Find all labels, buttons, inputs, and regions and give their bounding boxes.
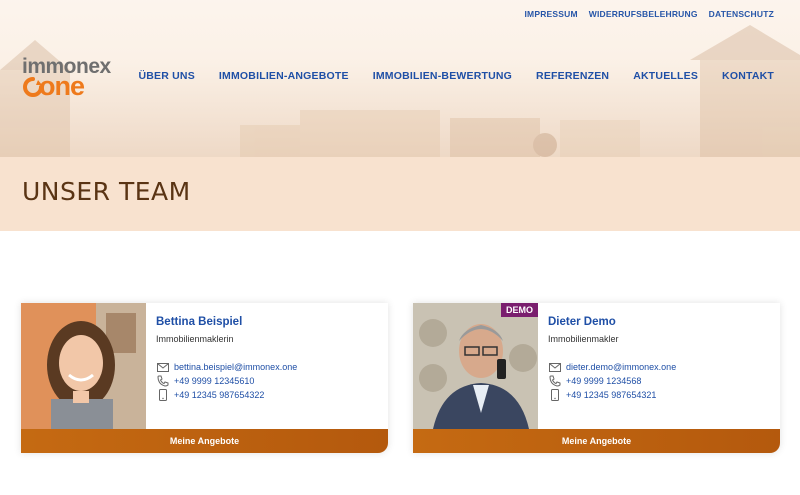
nav-kontakt[interactable]: KONTAKT	[722, 70, 774, 82]
site-logo[interactable]: immonex one	[22, 56, 132, 100]
mobile-icon	[156, 389, 169, 401]
nav-aktuelles[interactable]: AKTUELLES	[633, 70, 698, 82]
phone-icon	[156, 375, 169, 387]
nav-ueber-uns[interactable]: ÜBER UNS	[138, 70, 194, 82]
top-navigation: IMPRESSUM WIDERRUFSBELEHRUNG DATENSCHUTZ	[524, 9, 774, 19]
my-offers-button[interactable]: Meine Angebote	[413, 429, 780, 453]
nav-immobilien-bewertung[interactable]: IMMOBILIEN-BEWERTUNG	[373, 70, 512, 82]
team-member-name[interactable]: Bettina Beispiel	[156, 316, 242, 328]
mail-icon	[548, 361, 561, 373]
contact-list: bettina.beispiel@immonex.one +49 9999 12…	[156, 360, 297, 402]
mobile-icon	[548, 389, 561, 401]
datenschutz-link[interactable]: DATENSCHUTZ	[709, 9, 774, 19]
phone-icon	[548, 375, 561, 387]
site-header: IMPRESSUM WIDERRUFSBELEHRUNG DATENSCHUTZ…	[0, 0, 800, 157]
nav-referenzen[interactable]: REFERENZEN	[536, 70, 609, 82]
contact-email-row: bettina.beispiel@immonex.one	[156, 360, 297, 374]
contact-phone-row: +49 9999 12345610	[156, 374, 297, 388]
widerrufsbelehrung-link[interactable]: WIDERRUFSBELEHRUNG	[589, 9, 698, 19]
nav-immobilien-angebote[interactable]: IMMOBILIEN-ANGEBOTE	[219, 70, 349, 82]
phone-link[interactable]: +49 9999 12345610	[174, 376, 254, 386]
contact-list: dieter.demo@immonex.one +49 9999 1234568…	[548, 360, 676, 402]
contact-phone-row: +49 9999 1234568	[548, 374, 676, 388]
team-member-photo: DEMO	[413, 303, 538, 429]
phone-link[interactable]: +49 9999 1234568	[566, 376, 641, 386]
team-member-card: DEMO Dieter Demo Immobilienmakler dieter…	[413, 303, 780, 453]
page-title: UNSER TEAM	[22, 177, 191, 206]
contact-mobile-row: +49 12345 987654322	[156, 388, 297, 402]
contact-email-row: dieter.demo@immonex.one	[548, 360, 676, 374]
main-navigation: ÜBER UNS IMMOBILIEN-ANGEBOTE IMMOBILIEN-…	[138, 70, 774, 82]
page-title-band: UNSER TEAM	[0, 157, 800, 231]
impressum-link[interactable]: IMPRESSUM	[524, 9, 577, 19]
team-member-name[interactable]: Dieter Demo	[548, 316, 616, 328]
logo-text-one: one	[39, 71, 85, 101]
demo-badge: DEMO	[501, 303, 538, 317]
mobile-link[interactable]: +49 12345 987654322	[174, 390, 264, 400]
team-member-role: Immobilienmaklerin	[156, 334, 234, 344]
team-member-photo	[21, 303, 146, 429]
team-member-card: Bettina Beispiel Immobilienmaklerin bett…	[21, 303, 388, 453]
email-link[interactable]: dieter.demo@immonex.one	[566, 362, 676, 372]
email-link[interactable]: bettina.beispiel@immonex.one	[174, 362, 297, 372]
team-member-role: Immobilienmakler	[548, 334, 619, 344]
mail-icon	[156, 361, 169, 373]
my-offers-button[interactable]: Meine Angebote	[21, 429, 388, 453]
mobile-link[interactable]: +49 12345 987654321	[566, 390, 656, 400]
contact-mobile-row: +49 12345 987654321	[548, 388, 676, 402]
